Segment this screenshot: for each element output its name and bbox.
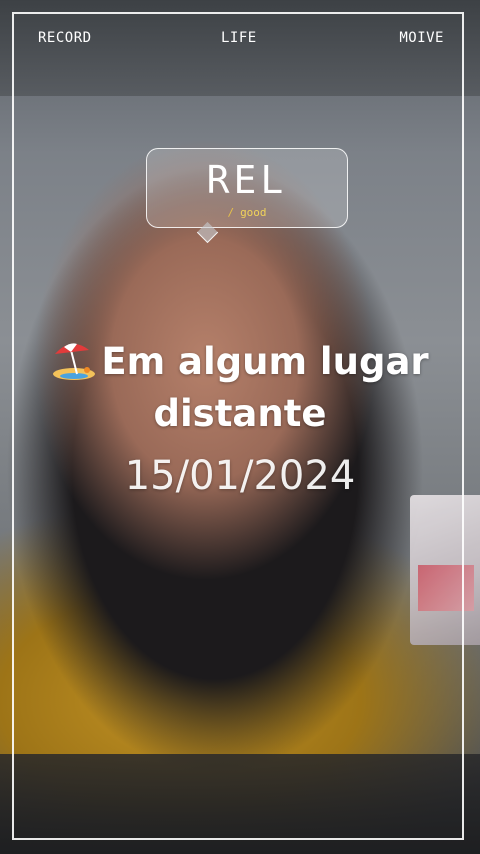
date-label: 15/01/2024 bbox=[124, 453, 356, 499]
record-label: RECORD bbox=[38, 30, 92, 46]
movie-label: MOIVE bbox=[399, 30, 444, 46]
caption-text-line-1: Em algum lugar bbox=[101, 340, 429, 383]
top-label-bar: RECORD LIFE MOIVE bbox=[38, 30, 444, 50]
life-label: LIFE bbox=[221, 30, 257, 46]
speech-bubble: REL / good bbox=[146, 148, 348, 228]
bubble-subtitle-text: good bbox=[240, 206, 267, 219]
location-caption: Em algum lugar distante bbox=[0, 336, 480, 440]
bubble-subtitle: / good bbox=[147, 206, 347, 220]
caption-text-line-2: distante bbox=[153, 392, 327, 435]
caption-line-1: Em algum lugar bbox=[0, 336, 480, 388]
bubble-slash: / bbox=[227, 206, 235, 219]
beach-umbrella-icon bbox=[51, 340, 97, 380]
bubble-title: REL bbox=[206, 158, 288, 202]
